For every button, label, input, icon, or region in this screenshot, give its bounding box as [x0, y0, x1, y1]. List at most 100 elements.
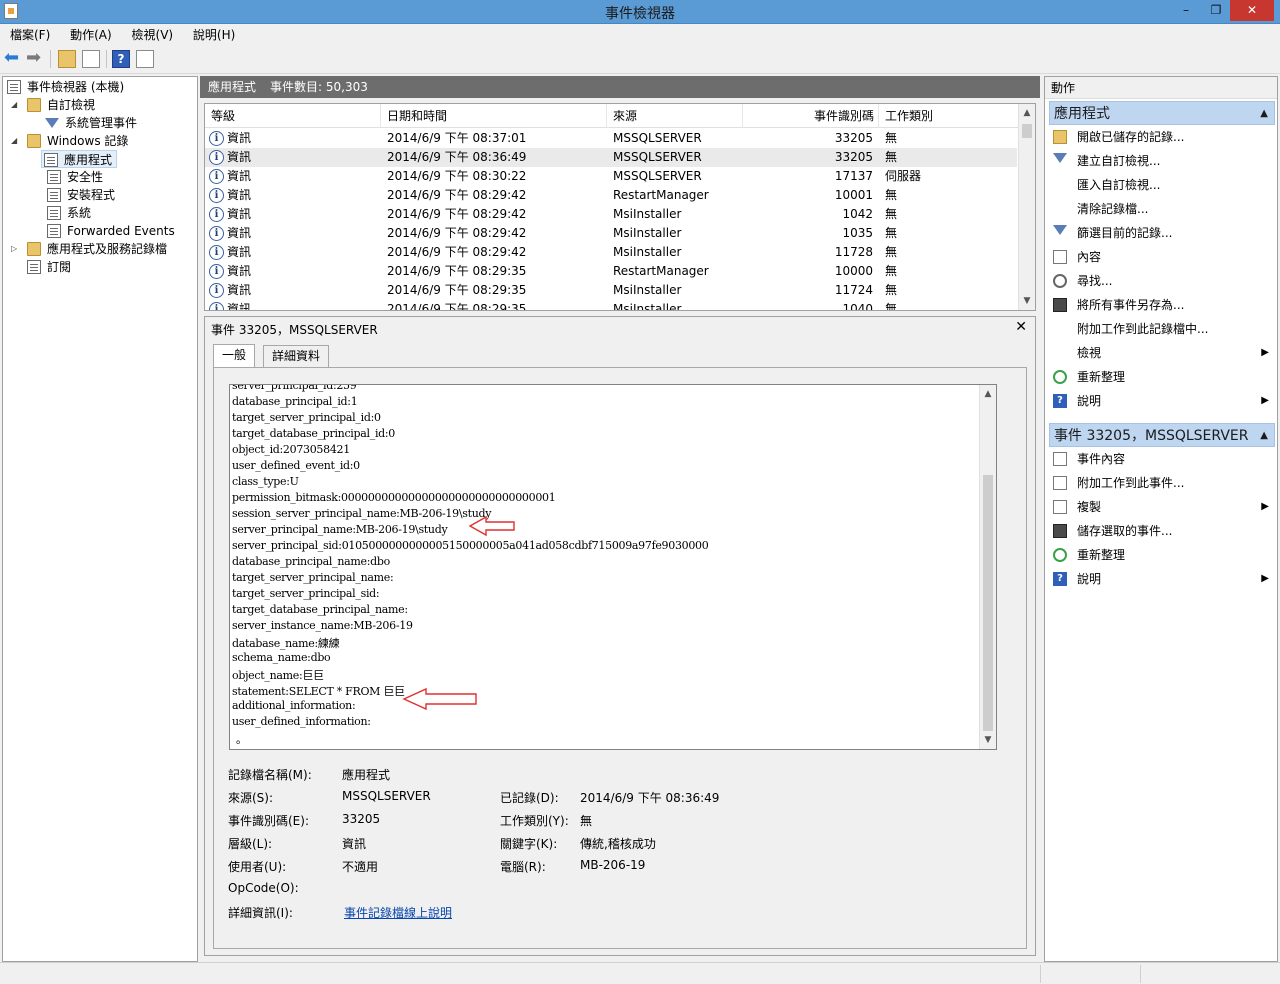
message-line: target_server_principal_sid:: [232, 587, 380, 600]
column-event-id[interactable]: 事件識別碼: [743, 104, 879, 128]
row-source: MsiInstaller: [613, 226, 682, 240]
table-row[interactable]: i 資訊 2014/6/9 下午 08:36:49 MSSQLSERVER 33205 無: [205, 148, 1017, 167]
tab-general-body: server_principal_id:259 database_principa…: [213, 367, 1027, 949]
scroll-thumb[interactable]: [1022, 124, 1032, 138]
action-item[interactable]: ? 說明 ▶: [1049, 389, 1275, 413]
collapse-icon[interactable]: ◢: [11, 96, 21, 114]
show-hide-actions-icon[interactable]: [136, 50, 154, 68]
action-item[interactable]: 重新整理: [1049, 543, 1275, 567]
save-icon: [1053, 298, 1067, 312]
table-row[interactable]: i 資訊 2014/6/9 下午 08:29:42 MsiInstaller 1035 無: [205, 224, 1017, 243]
event-list-scrollbar[interactable]: ▲ ▼: [1018, 104, 1035, 310]
tab-general[interactable]: 一般: [213, 344, 256, 367]
collapse-caret-icon[interactable]: ▲: [1260, 424, 1268, 448]
row-level: 資訊: [227, 245, 252, 259]
menu-action[interactable]: 動作(A): [64, 24, 118, 44]
row-task-category: 無: [885, 245, 898, 259]
scroll-down-icon[interactable]: ▼: [1019, 296, 1035, 306]
event-id-label: 事件識別碼(E):: [228, 814, 309, 828]
info-icon: i: [209, 169, 224, 184]
action-item[interactable]: 複製 ▶: [1049, 495, 1275, 519]
action-item[interactable]: 建立自訂檢視...: [1049, 149, 1275, 173]
forward-arrow-icon[interactable]: ➡: [26, 49, 44, 68]
filter-add-icon: [1053, 153, 1067, 163]
scroll-down-icon[interactable]: ▼: [980, 735, 996, 745]
action-item[interactable]: 開啟已儲存的記錄...: [1049, 125, 1275, 149]
properties-icon: [1053, 250, 1067, 264]
submenu-arrow-icon: ▶: [1261, 573, 1269, 584]
column-datetime[interactable]: 日期和時間: [381, 104, 607, 128]
row-level: 資訊: [227, 207, 252, 221]
table-row[interactable]: i 資訊 2014/6/9 下午 08:29:35 RestartManager 100…: [205, 262, 1017, 281]
action-item[interactable]: 附加工作到此事件...: [1049, 471, 1275, 495]
message-line: object_id:2073058421: [232, 443, 350, 456]
row-level: 資訊: [227, 188, 252, 202]
message-line: class_type:U: [232, 475, 299, 488]
table-row[interactable]: i 資訊 2014/6/9 下午 08:29:35 MsiInstaller 1040 無: [205, 300, 1017, 310]
logged-value: 2014/6/9 下午 08:36:49: [580, 791, 720, 805]
computer-value: MB-206-19: [580, 858, 646, 872]
message-scrollbar[interactable]: ▲ ▼: [979, 385, 996, 749]
event-detail-panel: 事件 33205，MSSQLSERVER ✕ 一般 詳細資料 server_pr…: [204, 316, 1036, 956]
table-row[interactable]: i 資訊 2014/6/9 下午 08:37:01 MSSQLSERVER 33205 無: [205, 129, 1017, 148]
actions-group-application[interactable]: 應用程式 ▲: [1049, 101, 1275, 125]
action-item[interactable]: 事件內容: [1049, 447, 1275, 471]
folder-icon: [27, 98, 41, 112]
table-row[interactable]: i 資訊 2014/6/9 下午 08:29:42 RestartManager 100…: [205, 186, 1017, 205]
action-item[interactable]: 將所有事件另存為...: [1049, 293, 1275, 317]
column-level[interactable]: 等級: [205, 104, 381, 128]
row-level: 資訊: [227, 131, 252, 145]
expand-icon[interactable]: ▷: [11, 240, 21, 258]
menu-view[interactable]: 檢視(V): [126, 24, 180, 44]
row-datetime: 2014/6/9 下午 08:29:42: [387, 188, 527, 202]
action-item[interactable]: 內容: [1049, 245, 1275, 269]
action-item[interactable]: 重新整理: [1049, 365, 1275, 389]
menu-help[interactable]: 說明(H): [187, 24, 241, 44]
scroll-up-icon[interactable]: ▲: [980, 389, 996, 399]
table-row[interactable]: i 資訊 2014/6/9 下午 08:29:42 MsiInstaller 1042 無: [205, 205, 1017, 224]
menu-file[interactable]: 檔案(F): [4, 24, 56, 44]
show-hide-tree-icon[interactable]: [82, 50, 100, 68]
task-category-label: 工作類別(Y):: [500, 814, 569, 828]
action-item[interactable]: 儲存選取的事件...: [1049, 519, 1275, 543]
tree-item-application[interactable]: 應用程式: [41, 150, 117, 168]
minimize-button[interactable]: –: [1172, 0, 1200, 21]
action-item[interactable]: 附加工作到此記錄檔中...: [1049, 317, 1275, 341]
actions-group-event[interactable]: 事件 33205，MSSQLSERVER ▲: [1049, 423, 1275, 447]
action-label: 匯入自訂檢視...: [1077, 178, 1161, 192]
close-button[interactable]: ✕: [1230, 0, 1274, 21]
collapse-caret-icon[interactable]: ▲: [1260, 102, 1268, 126]
close-detail-icon[interactable]: ✕: [1015, 319, 1027, 335]
table-row[interactable]: i 資訊 2014/6/9 下午 08:29:42 MsiInstaller 11728…: [205, 243, 1017, 262]
column-source[interactable]: 來源: [607, 104, 743, 128]
scroll-up-icon[interactable]: ▲: [1019, 108, 1035, 118]
action-item[interactable]: 檢視 ▶: [1049, 341, 1275, 365]
message-line: target_server_principal_name:: [232, 571, 394, 584]
help-icon: ?: [1053, 394, 1067, 408]
event-message-box[interactable]: server_principal_id:259 database_principa…: [229, 384, 997, 750]
column-task-category[interactable]: 工作類別: [879, 104, 1019, 128]
maximize-button[interactable]: ❐: [1202, 0, 1230, 21]
action-item[interactable]: 匯入自訂檢視...: [1049, 173, 1275, 197]
table-row[interactable]: i 資訊 2014/6/9 下午 08:29:35 MsiInstaller 11724…: [205, 281, 1017, 300]
log-header: 應用程式 事件數目: 50,303: [200, 76, 1040, 98]
up-folder-icon[interactable]: [58, 50, 76, 68]
message-line: permission_bitmask:000000000000000000000…: [232, 491, 556, 504]
action-item[interactable]: 清除記錄檔...: [1049, 197, 1275, 221]
scroll-thumb[interactable]: [983, 475, 993, 731]
collapse-icon[interactable]: ◢: [11, 132, 21, 150]
more-info-link[interactable]: 事件記錄檔線上說明: [344, 904, 452, 921]
action-item[interactable]: 尋找...: [1049, 269, 1275, 293]
action-label: 篩選目前的記錄...: [1077, 226, 1173, 240]
table-row[interactable]: i 資訊 2014/6/9 下午 08:30:22 MSSQLSERVER 17137 伺…: [205, 167, 1017, 186]
row-task-category: 無: [885, 150, 898, 164]
help-icon[interactable]: ?: [112, 50, 130, 68]
message-line: server_instance_name:MB-206-19: [232, 619, 413, 632]
row-datetime: 2014/6/9 下午 08:29:35: [387, 283, 527, 297]
tab-details[interactable]: 詳細資料: [263, 345, 330, 367]
action-label: 重新整理: [1077, 548, 1126, 562]
back-arrow-icon[interactable]: ⬅: [4, 49, 22, 68]
action-item[interactable]: ? 說明 ▶: [1049, 567, 1275, 591]
action-label: 事件內容: [1077, 452, 1126, 466]
action-item[interactable]: 篩選目前的記錄...: [1049, 221, 1275, 245]
